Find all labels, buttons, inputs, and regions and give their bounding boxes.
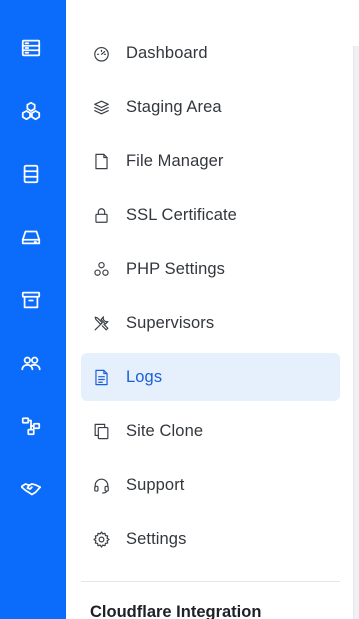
storage-drive-icon[interactable] xyxy=(17,223,45,251)
menu-item-support[interactable]: Support xyxy=(81,461,340,509)
menu-item-label: Staging Area xyxy=(126,97,222,116)
layers-icon xyxy=(91,97,111,117)
menu-item-logs[interactable]: Logs xyxy=(81,353,340,401)
site-menu-panel: Dashboard Staging Area File Manager SSL … xyxy=(66,0,353,619)
team-icon[interactable] xyxy=(17,349,45,377)
menu-item-label: PHP Settings xyxy=(126,259,226,278)
app-rail xyxy=(0,0,66,619)
menu-item-staging-area[interactable]: Staging Area xyxy=(81,83,340,131)
section-title-cloudflare: Cloudflare Integration xyxy=(90,603,262,619)
headset-icon xyxy=(91,475,111,495)
speedometer-icon xyxy=(91,43,111,63)
menu-item-file-manager[interactable]: File Manager xyxy=(81,137,340,185)
packages-icon[interactable] xyxy=(17,97,45,125)
servers-icon[interactable] xyxy=(17,34,45,62)
menu-item-supervisors[interactable]: Supervisors xyxy=(81,299,340,347)
copy-icon xyxy=(91,421,111,441)
archive-icon[interactable] xyxy=(17,286,45,314)
menu-item-label: Logs xyxy=(126,367,163,386)
menu-item-label: Site Clone xyxy=(126,421,204,440)
menu-item-label: File Manager xyxy=(126,151,224,170)
menu-item-label: Supervisors xyxy=(126,313,215,332)
menu-item-settings[interactable]: Settings xyxy=(81,515,340,563)
network-icon[interactable] xyxy=(17,412,45,440)
document-lines-icon xyxy=(91,367,111,387)
gear-icon xyxy=(91,529,111,549)
menu-item-ssl-certificate[interactable]: SSL Certificate xyxy=(81,191,340,239)
menu-item-label: Support xyxy=(126,475,185,494)
content-area-edge xyxy=(353,46,359,619)
menu-item-label: Dashboard xyxy=(126,43,208,62)
lock-icon xyxy=(91,205,111,225)
menu-divider xyxy=(81,581,340,582)
menu-item-site-clone[interactable]: Site Clone xyxy=(81,407,340,455)
partners-handshake-icon[interactable] xyxy=(17,475,45,503)
menu-item-php-settings[interactable]: PHP Settings xyxy=(81,245,340,293)
menu-item-label: SSL Certificate xyxy=(126,205,237,224)
file-icon xyxy=(91,151,111,171)
php-cubes-icon xyxy=(91,259,111,279)
menu-item-dashboard[interactable]: Dashboard xyxy=(81,29,340,77)
menu-item-label: Settings xyxy=(126,529,187,548)
database-icon[interactable] xyxy=(17,160,45,188)
tools-icon xyxy=(91,313,111,333)
